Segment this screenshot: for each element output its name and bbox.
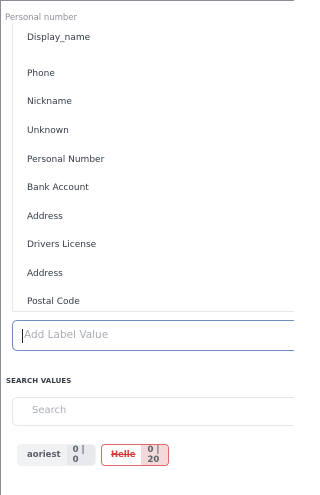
add-label-value-placeholder: Add Label Value <box>24 329 109 341</box>
option-nickname[interactable]: Nickname <box>27 95 72 109</box>
option-drivers-license[interactable]: Drivers License <box>27 238 96 252</box>
option-bank-account[interactable]: Bank Account <box>27 181 89 195</box>
label-dropdown-menu: Display_name Phone Nickname Unknown Pers… <box>12 24 294 312</box>
option-unknown[interactable]: Unknown <box>27 124 69 138</box>
field-header: Personal number <box>5 13 78 23</box>
option-personal-number[interactable]: Personal Number <box>27 153 104 167</box>
option-postal-code[interactable]: Postal Code <box>27 295 80 309</box>
value-chip[interactable]: aoriest 0 | 0 <box>17 444 96 466</box>
option-address[interactable]: Address <box>27 210 63 224</box>
option-address-2[interactable]: Address <box>27 267 63 281</box>
chip-count: 0 | 20 <box>141 445 168 465</box>
value-chip-struck[interactable]: Helle 0 | 20 <box>101 444 169 466</box>
option-phone[interactable]: Phone <box>27 67 55 81</box>
search-placeholder: Search <box>32 405 67 416</box>
panel: Personal number Display_name Phone Nickn… <box>0 0 294 495</box>
search-input[interactable]: Search <box>12 397 294 426</box>
chip-count: 0 | 0 <box>66 445 95 465</box>
text-caret <box>22 329 23 343</box>
chip-name: aoriest <box>27 450 61 460</box>
add-label-value-input[interactable]: Add Label Value <box>12 320 294 351</box>
chip-name: Helle <box>111 450 136 460</box>
option-display-name[interactable]: Display_name <box>27 31 90 45</box>
search-values-title: SEARCH VALUES <box>6 377 72 385</box>
